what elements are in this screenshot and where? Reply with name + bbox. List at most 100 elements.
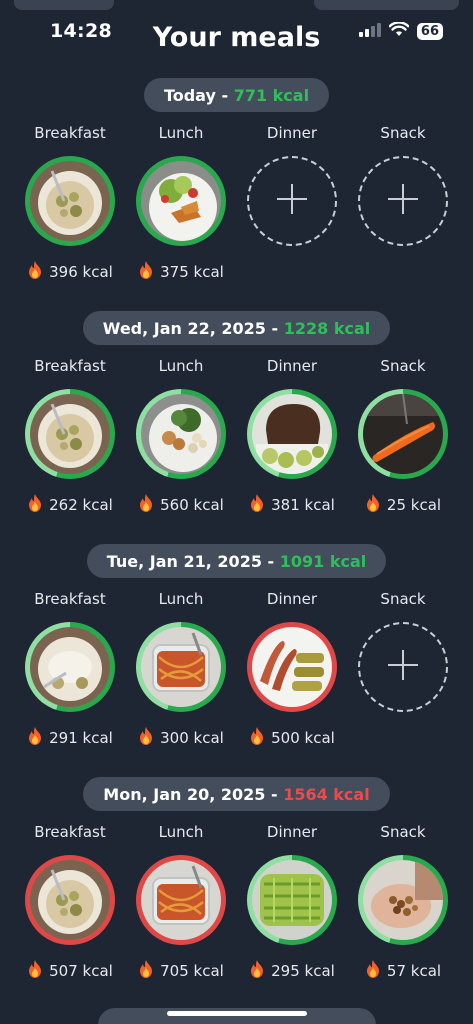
flame-icon: [27, 494, 43, 516]
flame-icon: [249, 494, 265, 516]
meal-kcal: 507 kcal: [27, 960, 113, 982]
meal-photo-button[interactable]: [358, 855, 448, 945]
meal-label: Lunch: [158, 823, 204, 841]
meal-kcal: 262 kcal: [27, 494, 113, 516]
meal-label: Breakfast: [34, 124, 106, 142]
day-header: Mon, Jan 20, 2025 - 1564 kcal: [83, 777, 390, 811]
meal-lunch: Lunch 300 kcal: [126, 590, 236, 749]
day-section: Wed, Jan 22, 2025 - 1228 kcal Breakfast 26…: [0, 311, 473, 527]
add-meal-button[interactable]: [358, 622, 448, 712]
meal-kcal-value: 705 kcal: [160, 962, 224, 980]
plus-icon: [275, 182, 309, 220]
meal-kcal-value: 396 kcal: [49, 263, 113, 281]
meal-kcal-value: 25 kcal: [386, 496, 442, 514]
meal-label: Snack: [380, 357, 426, 375]
meal-kcal-value: 560 kcal: [160, 496, 224, 514]
meal-kcal: 396 kcal: [27, 261, 113, 283]
meal-kcal-value: 291 kcal: [49, 729, 113, 747]
meal-photo: [363, 860, 443, 940]
flame-icon: [27, 960, 43, 982]
meal-photo: [141, 161, 221, 241]
meal-label: Dinner: [266, 823, 318, 841]
meal-photo: [141, 627, 221, 707]
meal-dinner: Dinner 381 kcal: [237, 357, 347, 516]
meal-lunch: Lunch 560 kcal: [126, 357, 236, 516]
meal-breakfast: Breakfast 396 kcal: [15, 124, 125, 283]
flame-icon: [27, 261, 43, 283]
plus-icon: [386, 182, 420, 220]
flame-icon: [27, 727, 43, 749]
meal-label: Dinner: [266, 590, 318, 608]
meal-label: Lunch: [158, 357, 204, 375]
meal-label: Lunch: [158, 590, 204, 608]
meal-kcal: 500 kcal: [249, 727, 335, 749]
meal-photo-button[interactable]: [136, 622, 226, 712]
meal-photo-button[interactable]: [247, 622, 337, 712]
day-total-kcal: 1564 kcal: [283, 784, 370, 804]
meal-kcal-value: 57 kcal: [386, 962, 442, 980]
meal-snack: Snack 57 kcal: [348, 823, 458, 982]
home-indicator: [166, 1011, 307, 1016]
meal-photo-button[interactable]: [136, 156, 226, 246]
add-meal-button[interactable]: [358, 156, 448, 246]
meal-photo-button[interactable]: [247, 389, 337, 479]
meal-photo-button[interactable]: [136, 855, 226, 945]
meal-kcal: 300 kcal: [138, 727, 224, 749]
meal-kcal: 375 kcal: [138, 261, 224, 283]
meal-photo: [30, 627, 110, 707]
day-header: Today - 771 kcal: [143, 78, 330, 112]
meal-label: Breakfast: [34, 590, 106, 608]
meal-photo: [252, 394, 332, 474]
day-total-kcal: 1091 kcal: [279, 551, 367, 571]
day-label: Wed, Jan 22, 2025 -: [102, 318, 284, 338]
meal-kcal-value: 381 kcal: [271, 496, 335, 514]
meal-photo: [30, 394, 110, 474]
meal-photo: [252, 860, 332, 940]
day-header: Tue, Jan 21, 2025 - 1091 kcal: [86, 544, 387, 578]
flame-icon: [138, 494, 154, 516]
day-section: Today - 771 kcal Breakfast 396 kcal Lunch 37…: [0, 78, 473, 294]
meal-label: Snack: [380, 590, 426, 608]
meal-label: Breakfast: [34, 357, 106, 375]
meal-dinner: Dinner 295 kcal: [237, 823, 347, 982]
meal-kcal-value: 500 kcal: [271, 729, 335, 747]
flame-icon: [365, 494, 381, 516]
meal-kcal: 291 kcal: [27, 727, 113, 749]
meal-snack: Snack 25 kcal: [348, 357, 458, 516]
meal-kcal: 25 kcal: [365, 494, 441, 516]
meal-breakfast: Breakfast 507 kcal: [15, 823, 125, 982]
meal-kcal-value: 262 kcal: [49, 496, 113, 514]
meal-lunch: Lunch 375 kcal: [126, 124, 236, 283]
day-total-kcal: 771 kcal: [233, 85, 310, 105]
meal-label: Lunch: [158, 124, 204, 142]
day-total-kcal: 1228 kcal: [283, 318, 371, 338]
meal-label: Dinner: [266, 357, 318, 375]
meal-label: Breakfast: [34, 823, 106, 841]
meal-kcal-value: 507 kcal: [49, 962, 113, 980]
meal-photo-button[interactable]: [25, 156, 115, 246]
meal-photo-button[interactable]: [247, 855, 337, 945]
day-label: Today -: [163, 85, 234, 105]
meal-photo: [363, 394, 443, 474]
meal-photo: [141, 860, 221, 940]
flame-icon: [249, 727, 265, 749]
meal-label: Snack: [380, 124, 426, 142]
meal-photo-button[interactable]: [25, 855, 115, 945]
meal-kcal: 57 kcal: [365, 960, 441, 982]
meal-photo-button[interactable]: [25, 389, 115, 479]
meal-photo-button[interactable]: [358, 389, 448, 479]
meal-kcal: 560 kcal: [138, 494, 224, 516]
flame-icon: [138, 960, 154, 982]
meal-kcal: 295 kcal: [249, 960, 335, 982]
day-section: Mon, Jan 20, 2025 - 1564 kcal Breakfast 50…: [0, 777, 473, 993]
add-meal-button[interactable]: [247, 156, 337, 246]
meal-label: Dinner: [266, 124, 318, 142]
meal-kcal: 705 kcal: [138, 960, 224, 982]
plus-icon: [386, 648, 420, 686]
meal-photo-button[interactable]: [136, 389, 226, 479]
day-section: Tue, Jan 21, 2025 - 1091 kcal Breakfast 29…: [0, 544, 473, 760]
day-label: Mon, Jan 20, 2025 -: [103, 784, 284, 804]
meal-dinner: Dinner 500 kcal: [237, 590, 347, 749]
meal-photo-button[interactable]: [25, 622, 115, 712]
meal-snack: Snack: [348, 124, 458, 246]
